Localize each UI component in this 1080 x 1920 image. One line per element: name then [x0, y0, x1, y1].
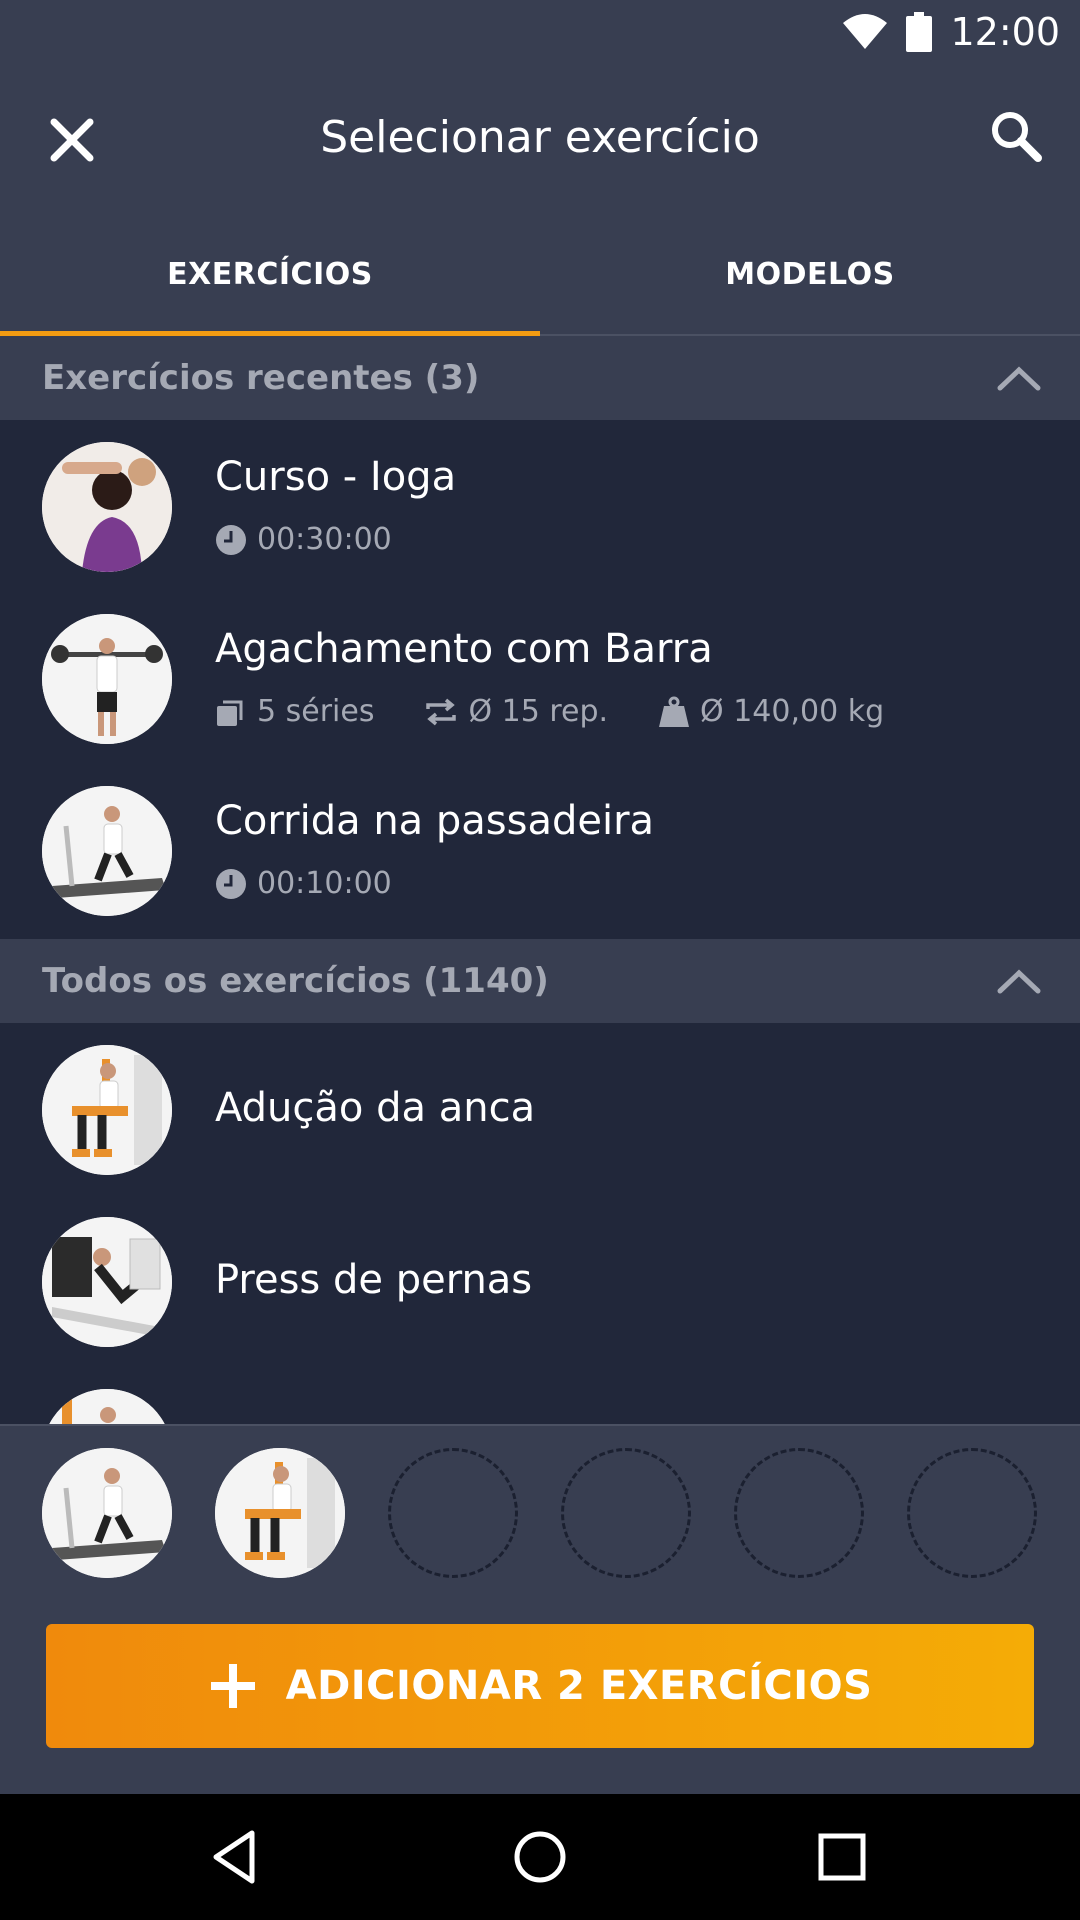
- exercise-duration: 00:10:00: [257, 866, 392, 901]
- wifi-icon: [843, 14, 888, 49]
- all-section-header[interactable]: Todos os exercícios (1140): [0, 939, 1080, 1023]
- add-exercises-button[interactable]: ADICIONAR 2 EXERCÍCIOS: [46, 1624, 1034, 1748]
- sets-icon: [217, 700, 243, 726]
- exercise-thumbnail: [42, 1217, 172, 1347]
- selected-exercise-slot[interactable]: [215, 1448, 345, 1578]
- exercise-meta: 00:30:00: [215, 522, 392, 557]
- exercise-thumbnail: [42, 1045, 172, 1175]
- tab-bar: EXERCÍCIOS MODELOS: [0, 214, 1080, 336]
- exercise-thumbnail: [42, 614, 172, 744]
- repeat-icon: [426, 698, 457, 725]
- exercise-name: Adução da anca: [215, 1085, 536, 1131]
- add-exercises-label: ADICIONAR 2 EXERCÍCIOS: [285, 1663, 873, 1709]
- exercise-meta: 00:10:00: [215, 866, 392, 901]
- tab-templates[interactable]: MODELOS: [540, 214, 1080, 334]
- chevron-up-icon[interactable]: [996, 961, 1042, 1001]
- weight-icon: [659, 696, 690, 727]
- clock-icon: [216, 524, 246, 555]
- exercise-meta: 5 séries Ø 15 rep. Ø 140,00 kg: [215, 694, 884, 729]
- recent-section-title: Exercícios recentes (3): [42, 358, 480, 398]
- tab-exercises[interactable]: EXERCÍCIOS: [0, 214, 540, 334]
- battery-icon: [906, 12, 933, 52]
- back-icon[interactable]: [206, 1827, 266, 1887]
- list-item[interactable]: Press de pernas: [0, 1195, 1080, 1367]
- page-title: Selecionar exercício: [320, 112, 760, 163]
- list-item[interactable]: Corrida na passadeira 00:10:00: [0, 764, 1080, 936]
- exercise-name: Agachamento com Barra: [215, 626, 713, 672]
- all-section-title: Todos os exercícios (1140): [42, 961, 549, 1001]
- clock-icon: [216, 868, 246, 899]
- list-item[interactable]: Curso - Ioga 00:30:00: [0, 420, 1080, 592]
- list-item[interactable]: Adução da anca: [0, 1023, 1080, 1195]
- exercise-name: Press de pernas: [215, 1257, 533, 1303]
- list-item[interactable]: [0, 1367, 1080, 1424]
- plus-icon: [210, 1664, 255, 1708]
- exercise-thumbnail: [42, 1389, 172, 1424]
- empty-slot: [734, 1448, 864, 1578]
- selection-panel: ADICIONAR 2 EXERCÍCIOS: [0, 1424, 1080, 1796]
- exercise-reps: Ø 15 rep.: [468, 694, 609, 729]
- empty-slot: [907, 1448, 1037, 1578]
- recent-section-header[interactable]: Exercícios recentes (3): [0, 336, 1080, 420]
- exercise-weight: Ø 140,00 kg: [700, 694, 885, 729]
- exercise-thumbnail: [42, 786, 172, 916]
- system-nav-bar: [0, 1794, 1080, 1920]
- selected-exercise-slot[interactable]: [42, 1448, 172, 1578]
- status-bar: 12:00: [0, 0, 1080, 64]
- exercise-thumbnail: [42, 442, 172, 572]
- chevron-up-icon[interactable]: [996, 358, 1042, 398]
- empty-slot: [561, 1448, 691, 1578]
- home-icon[interactable]: [510, 1827, 570, 1887]
- exercise-sets: 5 séries: [257, 694, 375, 729]
- recents-icon[interactable]: [812, 1827, 872, 1887]
- exercise-duration: 00:30:00: [257, 522, 392, 557]
- exercise-name: Curso - Ioga: [215, 454, 457, 500]
- list-item[interactable]: Agachamento com Barra 5 séries Ø 15 rep.…: [0, 592, 1080, 764]
- app-bar: Selecionar exercício: [0, 64, 1080, 214]
- clock: 12:00: [950, 10, 1060, 54]
- exercise-name: Corrida na passadeira: [215, 798, 655, 844]
- empty-slot: [388, 1448, 518, 1578]
- search-icon[interactable]: [986, 106, 1046, 166]
